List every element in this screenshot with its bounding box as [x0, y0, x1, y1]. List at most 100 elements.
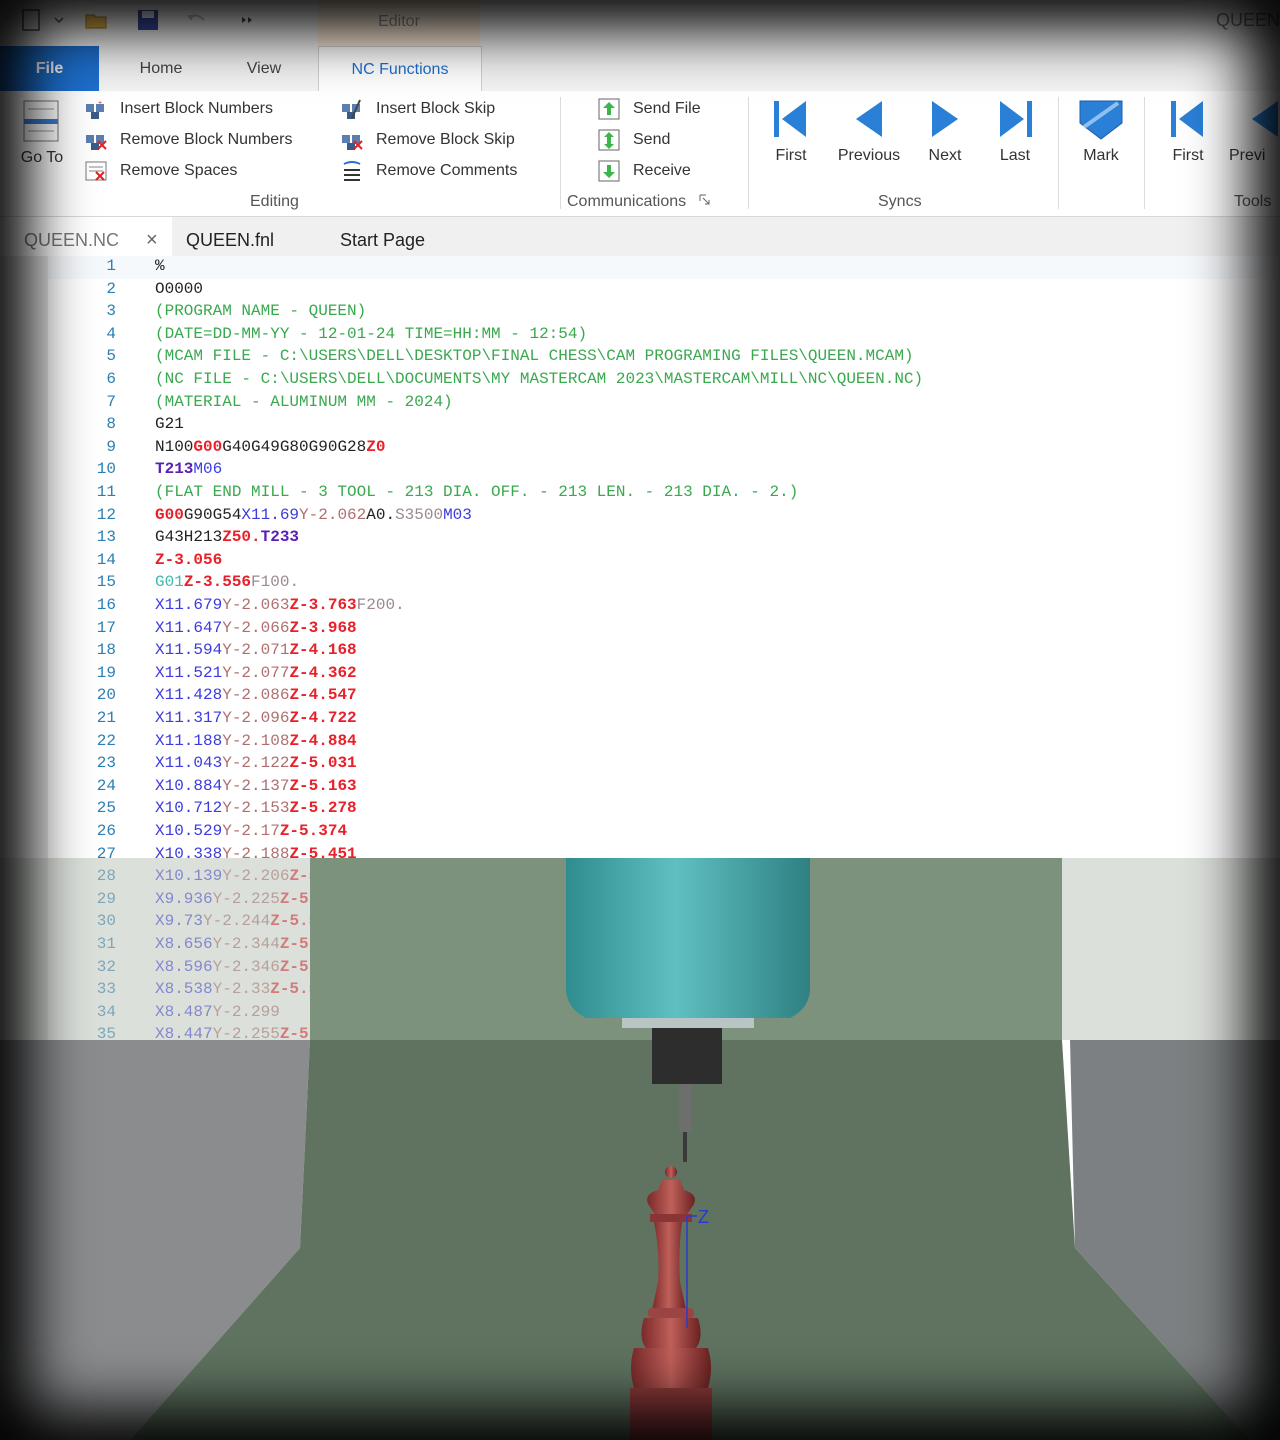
code-text: T213M06 — [155, 460, 222, 478]
code-token: Z-4.884 — [289, 731, 357, 750]
line-number: 22 — [96, 731, 116, 750]
title-bar: Editor QUEEN — [0, 0, 1280, 46]
chevron-down-icon[interactable] — [52, 8, 66, 32]
code-line[interactable]: 23 X11.043Y-2.122Z-5.031 — [48, 753, 1280, 776]
separator — [1058, 97, 1059, 209]
tools-first-button[interactable]: First — [1160, 97, 1216, 165]
code-line[interactable]: 17 X11.647Y-2.066Z-3.968 — [48, 618, 1280, 641]
code-token: Y-2.137 — [222, 776, 290, 795]
code-text: (FLAT END MILL - 3 TOOL - 213 DIA. OFF. … — [155, 483, 798, 501]
remove-block-numbers-button[interactable]: Remove Block Numbers — [84, 129, 293, 151]
tab-home[interactable]: Home — [116, 46, 206, 91]
save-icon[interactable] — [136, 8, 160, 32]
code-token: G01 — [155, 573, 184, 592]
code-text: X10.529Y-2.17Z-5.374 — [155, 822, 347, 840]
code-line[interactable]: 24 X10.884Y-2.137Z-5.163 — [48, 776, 1280, 799]
more-icon[interactable] — [238, 8, 256, 32]
code-line[interactable]: 7 (MATERIAL - ALUMINUM MM - 2024) — [48, 392, 1280, 415]
code-token: X11.69 — [241, 505, 300, 524]
code-line[interactable]: 2 O0000 — [48, 279, 1280, 302]
doc-tab-start-page[interactable]: Start Page — [340, 217, 425, 256]
goto-button[interactable]: Go To — [14, 99, 70, 167]
tab-view[interactable]: View — [226, 46, 302, 91]
code-line[interactable]: 26 X10.529Y-2.17Z-5.374 — [48, 821, 1280, 844]
line-number: 7 — [106, 392, 116, 411]
code-token: (NC FILE - C:\USERS\DELL\DOCUMENTS\MY MA… — [155, 370, 924, 388]
sync-previous-button[interactable]: Previous — [830, 97, 908, 165]
remove-block-skip-button[interactable]: Remove Block Skip — [340, 129, 515, 151]
code-token: X10.884 — [155, 776, 223, 795]
line-number: 1 — [106, 257, 116, 275]
code-text: X10.712Y-2.153Z-5.278 — [155, 799, 357, 817]
code-token: Y-2.153 — [222, 799, 290, 818]
code-token: (MATERIAL - ALUMINUM MM - 2024) — [155, 392, 453, 411]
code-line[interactable]: 8 G21 — [48, 414, 1280, 437]
remove-spaces-label: Remove Spaces — [120, 162, 238, 179]
doc-tab-queen-nc[interactable]: QUEEN.NC × — [0, 217, 172, 256]
code-token: Z0 — [366, 437, 386, 456]
remove-spaces-icon — [85, 161, 107, 181]
send-icon — [598, 129, 620, 151]
code-line[interactable]: 9 N100G00G40G49G80G90G28Z0 — [48, 437, 1280, 460]
dialog-launcher-icon[interactable] — [699, 194, 711, 206]
code-line[interactable]: 11 (FLAT END MILL - 3 TOOL - 213 DIA. OFF… — [48, 482, 1280, 505]
receive-button[interactable]: Receive — [597, 160, 691, 182]
code-line[interactable]: 12 G00G90G54X11.69Y-2.062A0.S3500M03 — [48, 505, 1280, 528]
sync-first-button[interactable]: First — [760, 97, 822, 165]
code-token: T233 — [260, 528, 300, 547]
separator — [1144, 97, 1145, 209]
code-line[interactable]: 19 X11.521Y-2.077Z-4.362 — [48, 663, 1280, 686]
code-line[interactable]: 14 Z-3.056 — [48, 550, 1280, 573]
insert-block-skip-button[interactable]: Insert Block Skip — [340, 98, 495, 120]
communications-group-label: Communications — [567, 193, 711, 211]
code-text: G00G90G54X11.69Y-2.062A0.S3500M03 — [155, 506, 472, 524]
code-text: (MATERIAL - ALUMINUM MM - 2024) — [155, 393, 453, 411]
code-line[interactable]: 10 T213M06 — [48, 459, 1280, 482]
code-token: Z-5.278 — [289, 799, 357, 818]
code-line[interactable]: 15 G01Z-3.556F100. — [48, 572, 1280, 595]
code-token: G40G49G80G90G28 — [222, 437, 367, 456]
code-line[interactable]: 5 (MCAM FILE - C:\USERS\DELL\DESKTOP\FINA… — [48, 346, 1280, 369]
sync-last-button[interactable]: Last — [992, 97, 1038, 165]
code-line[interactable]: 22 X11.188Y-2.108Z-4.884 — [48, 731, 1280, 754]
line-number: 13 — [96, 528, 116, 547]
code-token: Y-2.17 — [222, 822, 280, 840]
mark-button[interactable]: Mark — [1072, 97, 1130, 165]
code-line[interactable]: 3 (PROGRAM NAME - QUEEN) — [48, 301, 1280, 324]
send-file-button[interactable]: Send File — [597, 98, 701, 120]
code-line[interactable]: 4 (DATE=DD-MM-YY - 12-01-24 TIME=HH:MM - … — [48, 324, 1280, 347]
remove-spaces-button[interactable]: Remove Spaces — [84, 160, 237, 182]
code-line[interactable]: 20 X11.428Y-2.086Z-4.547 — [48, 685, 1280, 708]
tab-file[interactable]: File — [0, 46, 99, 91]
new-file-icon[interactable] — [20, 8, 44, 32]
remove-comments-button[interactable]: Remove Comments — [340, 160, 517, 182]
sync-next-button[interactable]: Next — [920, 97, 970, 165]
code-token: A0. — [366, 505, 396, 524]
open-folder-icon[interactable] — [84, 8, 108, 32]
code-line[interactable]: 6 (NC FILE - C:\USERS\DELL\DOCUMENTS\MY M… — [48, 369, 1280, 392]
code-line[interactable]: 18 X11.594Y-2.071Z-4.168 — [48, 640, 1280, 663]
tool-holder — [652, 1028, 722, 1084]
tab-nc-functions[interactable]: NC Functions — [318, 46, 482, 93]
remove-block-numbers-label: Remove Block Numbers — [120, 131, 293, 148]
line-number: 18 — [96, 641, 116, 660]
code-text: (MCAM FILE - C:\USERS\DELL\DESKTOP\FINAL… — [155, 347, 914, 365]
code-line[interactable]: 25 X10.712Y-2.153Z-5.278 — [48, 798, 1280, 821]
code-token: X11.594 — [155, 641, 223, 660]
insert-block-numbers-button[interactable]: + Insert Block Numbers — [84, 98, 273, 120]
undo-icon[interactable] — [184, 8, 208, 32]
code-line[interactable]: 13 G43H213Z50.T233 — [48, 527, 1280, 550]
code-line[interactable]: 16 X11.679Y-2.063Z-3.763F200. — [48, 595, 1280, 618]
tools-previous-button[interactable]: Previ — [1226, 97, 1280, 165]
code-line[interactable]: 21 X11.317Y-2.096Z-4.722 — [48, 708, 1280, 731]
simulation-viewport[interactable]: Z — [0, 858, 1280, 1440]
line-number: 21 — [96, 709, 116, 727]
code-token: Y-2.122 — [222, 754, 290, 773]
code-line[interactable]: 1% — [48, 256, 1280, 279]
insert-block-skip-icon — [342, 99, 361, 119]
receive-icon — [598, 160, 620, 182]
code-token: Y-2.062 — [299, 505, 367, 524]
send-button[interactable]: Send — [597, 129, 670, 151]
code-text: O0000 — [155, 280, 203, 298]
doc-tab-queen-fnl[interactable]: QUEEN.fnl — [186, 217, 274, 256]
